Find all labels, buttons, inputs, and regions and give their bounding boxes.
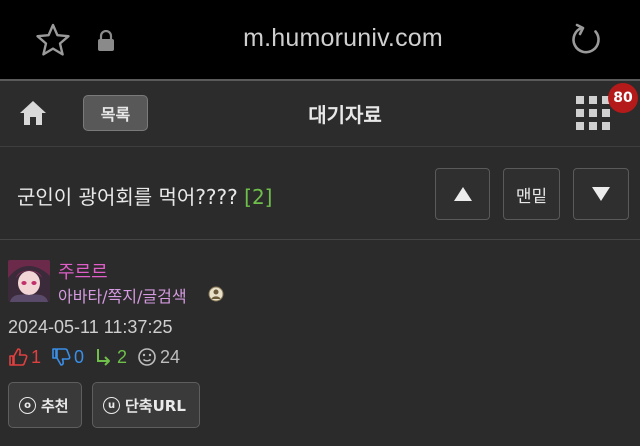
upvote-count: 1: [31, 346, 42, 367]
short-url-button[interactable]: u 단축URL: [92, 382, 200, 428]
scroll-down-button[interactable]: [573, 168, 629, 220]
lock-icon: [98, 30, 114, 51]
list-button[interactable]: 목록: [83, 95, 148, 131]
author-links[interactable]: 아바타/쪽지/글검색: [58, 283, 187, 307]
short-url-label: 단축URL: [125, 396, 186, 415]
recommend-label: 추천: [41, 396, 69, 415]
site-navbar: 목록 대기자료: [0, 81, 640, 147]
downvote-count: 0: [74, 346, 85, 367]
author-block: 주르르 아바타/쪽지/글검색 2024-05-11 11:37:25 1 0 2: [0, 241, 640, 446]
downvote-stat[interactable]: 0: [51, 347, 84, 368]
smiley-icon: [138, 348, 156, 366]
author-nickname[interactable]: 주르르: [58, 258, 108, 284]
recommend-button[interactable]: o 추천: [8, 382, 82, 428]
triangle-down-icon: [592, 187, 610, 201]
recommend-circle-icon: o: [19, 396, 36, 414]
reply-arrow-icon: [97, 349, 111, 366]
post-title: 군인이 광어회를 먹어???? [2]: [17, 181, 272, 210]
reply-stat[interactable]: 2: [94, 347, 127, 368]
board-title: 대기자료: [308, 103, 382, 127]
post-date: 2024-05-11 11:37:25: [8, 317, 173, 337]
member-level-icon: [208, 286, 224, 302]
scroll-bottom-button[interactable]: 맨밑: [503, 168, 560, 220]
reply-count: 2: [117, 346, 128, 367]
view-stat: 24: [137, 347, 180, 368]
star-icon[interactable]: [35, 22, 71, 58]
comment-count[interactable]: [2]: [244, 185, 272, 209]
post-stats: 1 0 2 24: [8, 346, 190, 368]
post-title-row: 군인이 광어회를 먹어???? [2] 맨밑: [0, 148, 640, 240]
thumbs-down-icon: [52, 348, 71, 366]
upvote-stat[interactable]: 1: [8, 347, 41, 368]
short-url-circle-icon: u: [103, 396, 120, 414]
thumbs-up-icon: [9, 348, 28, 366]
home-icon[interactable]: [18, 99, 48, 127]
view-count: 24: [160, 346, 181, 367]
notification-badge[interactable]: 80: [608, 83, 638, 113]
triangle-up-icon: [453, 187, 472, 201]
reload-icon[interactable]: [568, 22, 604, 58]
scroll-top-button[interactable]: [435, 168, 490, 220]
avatar[interactable]: [8, 260, 50, 302]
browser-address-bar: m.humoruniv.com: [0, 0, 640, 79]
grid-menu-icon[interactable]: [575, 95, 611, 131]
post-title-text: 군인이 광어회를 먹어????: [17, 185, 238, 209]
url-text[interactable]: m.humoruniv.com: [180, 24, 506, 53]
